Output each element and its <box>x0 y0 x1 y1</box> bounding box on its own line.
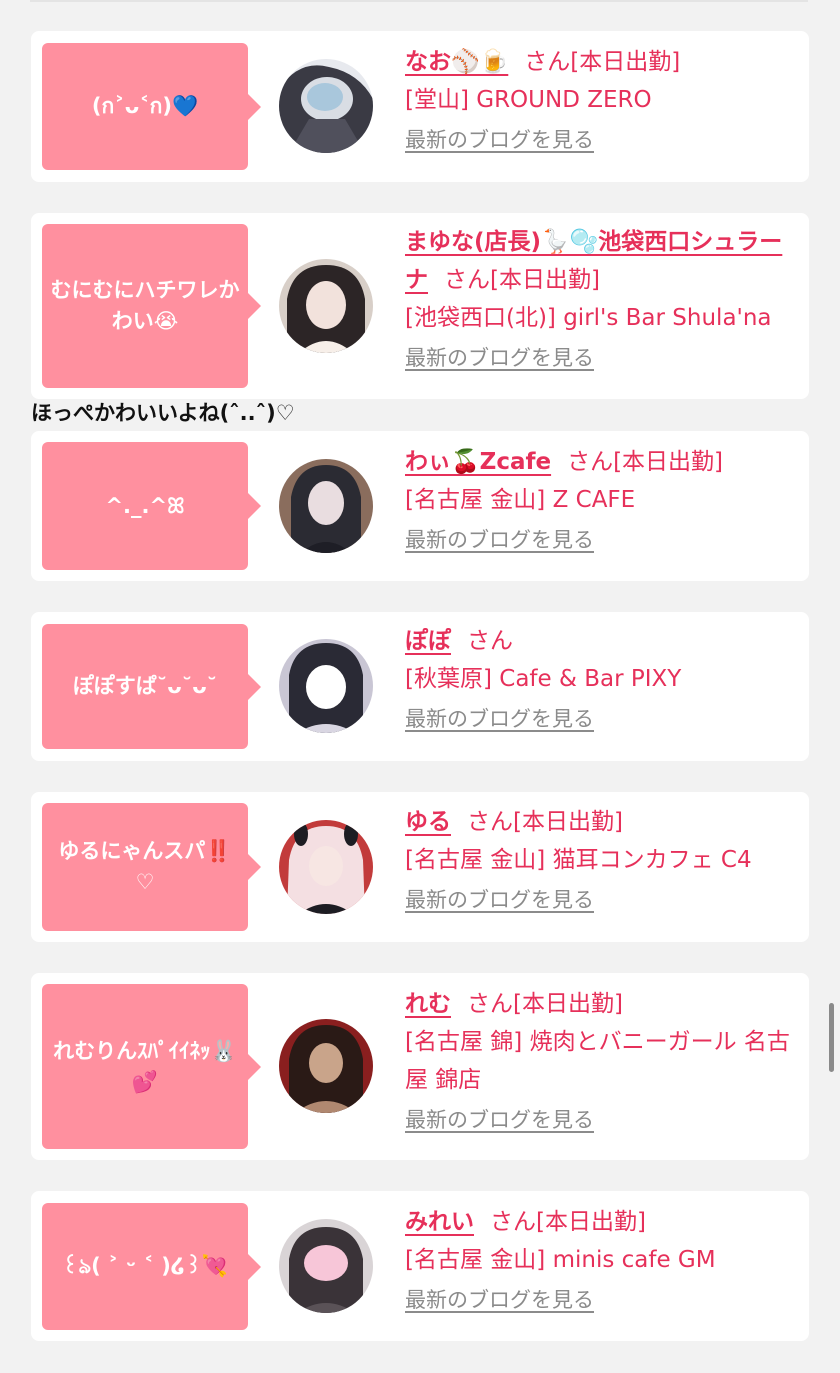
status-text: さん[本日出勤] <box>467 991 623 1017</box>
scrollbar[interactable] <box>829 1003 834 1072</box>
girl-name-link[interactable]: みれい <box>405 1209 474 1235</box>
shop-name: [堂山] GROUND ZERO <box>405 87 652 113</box>
card-info: ゆる さん[本日出勤] [名古屋 金山] 猫耳コンカフェ C4 最新のブログを見る <box>405 803 791 915</box>
latest-blog-link[interactable]: 最新のブログを見る <box>405 1105 594 1135</box>
overflowing-message-text: ほっぺかわいいよね(ˆ..ˆ)♡ <box>31 401 295 425</box>
avatar[interactable] <box>279 1019 373 1113</box>
avatar[interactable] <box>279 639 373 733</box>
latest-blog-link[interactable]: 最新のブログを見る <box>405 125 594 155</box>
latest-blog-link[interactable]: 最新のブログを見る <box>405 1285 594 1315</box>
girl-name-link[interactable]: わぃ🍒Zcafe <box>405 449 551 475</box>
girl-card[interactable]: ^._.^ꕤ わぃ🍒Zcafe さん[本日出勤] [名古屋 金山] Z CAFE … <box>31 431 809 581</box>
shop-name: [池袋西口(北)] girl's Bar Shula'na <box>405 305 772 331</box>
girl-name-link[interactable]: ゆる <box>405 809 451 835</box>
status-text: さん[本日出勤] <box>490 1209 646 1235</box>
shop-name: [秋葉原] Cafe & Bar PIXY <box>405 666 682 692</box>
divider-line <box>30 0 808 2</box>
message-text: ぽぽすぱ˘ᴗ˘ᴗ˘ <box>72 674 218 698</box>
message-bubble: (ก˃ᴗ˂ก)💙 <box>42 43 261 170</box>
card-info: まゆな(店長)🪿🫧池袋西口シュラーナ さん[本日出勤] [池袋西口(北)] gir… <box>405 223 791 373</box>
girl-card[interactable]: ゆるにゃんスパ‼️♡ ゆる さん[本日出勤] [名古屋 金山] 猫耳コンカフェ C… <box>31 792 809 942</box>
latest-blog-link[interactable]: 最新のブログを見る <box>405 885 594 915</box>
avatar[interactable] <box>279 259 373 353</box>
message-text: むにむにハチワレかわい😭 <box>50 278 240 333</box>
shop-name: [名古屋 金山] 猫耳コンカフェ C4 <box>405 847 752 873</box>
girl-name-link[interactable]: なお⚾️🍺 <box>405 49 508 75</box>
shop-name: [名古屋 錦] 焼肉とバニーガール 名古屋 錦店 <box>405 1029 790 1093</box>
message-text: (ก˃ᴗ˂ก)💙 <box>91 94 199 118</box>
message-text: ^._.^ꕤ <box>105 493 185 518</box>
latest-blog-link[interactable]: 最新のブログを見る <box>405 343 594 373</box>
status-text: さん[本日出勤] <box>444 267 600 293</box>
girl-card[interactable]: ぽぽすぱ˘ᴗ˘ᴗ˘ ぽぽ さん [秋葉原] Cafe & Bar PIXY 最新の… <box>31 612 809 761</box>
card-info: ぽぽ さん [秋葉原] Cafe & Bar PIXY 最新のブログを見る <box>405 622 791 734</box>
avatar[interactable] <box>279 1219 373 1313</box>
card-info: なお⚾️🍺 さん[本日出勤] [堂山] GROUND ZERO 最新のブログを見る <box>405 43 791 155</box>
avatar[interactable] <box>279 820 373 914</box>
status-text: さん[本日出勤] <box>524 49 681 75</box>
girl-name-link[interactable]: ぽぽ <box>405 628 451 654</box>
message-bubble: ぽぽすぱ˘ᴗ˘ᴗ˘ <box>42 624 261 749</box>
card-info: わぃ🍒Zcafe さん[本日出勤] [名古屋 金山] Z CAFE 最新のブログを… <box>405 443 791 555</box>
shop-name: [名古屋 金山] Z CAFE <box>405 487 636 513</box>
message-text: ゆるにゃんスパ‼️♡ <box>58 839 232 894</box>
girl-card[interactable]: れむりんｽﾊﾟｲｲﾈｯ🐰💕 れむ さん[本日出勤] [名古屋 錦] 焼肉とバニーガ… <box>31 973 809 1160</box>
girl-name-link[interactable]: れむ <box>405 991 451 1017</box>
card-info: みれい さん[本日出勤] [名古屋 金山] minis cafe GM 最新のブロ… <box>405 1203 791 1315</box>
girl-card[interactable]: (ก˃ᴗ˂ก)💙 なお⚾️🍺 さん[本日出勤] [堂山] GROUND ZERO … <box>31 31 809 182</box>
avatar[interactable] <box>279 59 373 153</box>
shop-name: [名古屋 金山] minis cafe GM <box>405 1247 716 1273</box>
message-bubble: むにむにハチワレかわい😭 <box>42 224 261 388</box>
avatar[interactable] <box>279 459 373 553</box>
girl-card[interactable]: むにむにハチワレかわい😭 まゆな(店長)🪿🫧池袋西口シュラーナ さん[本日出勤] … <box>31 213 809 399</box>
message-bubble: ゆるにゃんスパ‼️♡ <box>42 803 261 931</box>
card-info: れむ さん[本日出勤] [名古屋 錦] 焼肉とバニーガール 名古屋 錦店 最新のブ… <box>405 985 791 1135</box>
status-text: さん <box>467 628 513 654</box>
message-bubble: れむりんｽﾊﾟｲｲﾈｯ🐰💕 <box>42 984 261 1149</box>
latest-blog-link[interactable]: 最新のブログを見る <box>405 525 594 555</box>
latest-blog-link[interactable]: 最新のブログを見る <box>405 704 594 734</box>
status-text: さん[本日出勤] <box>467 809 623 835</box>
message-text: ꒰ঌ( ˃ ᵕ ˂ )໒꒱💘 <box>62 1254 228 1278</box>
message-bubble: ^._.^ꕤ <box>42 442 261 570</box>
message-bubble: ꒰ঌ( ˃ ᵕ ˂ )໒꒱💘 <box>42 1203 261 1330</box>
status-text: さん[本日出勤] <box>567 449 724 475</box>
girl-card[interactable]: ꒰ঌ( ˃ ᵕ ˂ )໒꒱💘 みれい さん[本日出勤] [名古屋 金山] mini… <box>31 1191 809 1341</box>
message-text: れむりんｽﾊﾟｲｲﾈｯ🐰💕 <box>53 1038 237 1094</box>
